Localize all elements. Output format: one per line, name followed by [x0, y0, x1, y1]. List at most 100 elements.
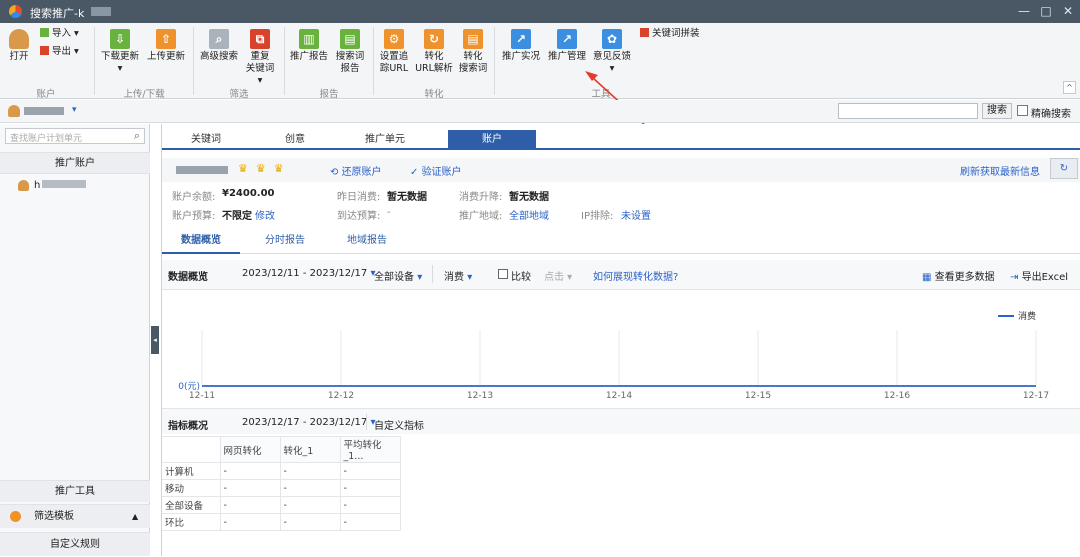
crown-icons: ♛♛♛: [238, 162, 292, 175]
x-tick-label: 12-14: [606, 391, 632, 401]
indicator-date-picker[interactable]: 2023/12/17 - 2023/12/17 ▾: [242, 417, 375, 428]
compare-checkbox[interactable]: [498, 269, 508, 279]
tab-creatives[interactable]: 创意: [250, 130, 340, 150]
refresh-info-link[interactable]: 刷新获取最新信息: [960, 163, 1040, 178]
main-panel: 关键词 创意 推广单元 推广计划 账户 ♛♛♛ ⟲ 还原账户 ✓ 验证账户 刷新…: [161, 124, 1080, 556]
table-row: 全部设备 - - -: [162, 496, 401, 514]
subtab-hourly[interactable]: 分时报告: [250, 230, 320, 252]
verify-account-button[interactable]: ✓ 验证账户: [410, 163, 462, 178]
row-header: 移动: [162, 479, 221, 497]
table-cell: -: [339, 462, 401, 480]
y-tick-label: 0(元): [178, 382, 200, 392]
template-icon: [10, 511, 21, 522]
column-header: 平均转化_1...: [339, 436, 401, 463]
search-icon[interactable]: ⌕: [134, 129, 140, 143]
table-cell: -: [219, 479, 281, 497]
table-cell: -: [219, 496, 281, 514]
reach-budget-label: 到达预算:: [337, 211, 381, 222]
account-search-input[interactable]: [838, 103, 978, 119]
table-cell: -: [219, 462, 281, 480]
region-value-link[interactable]: 全部地域: [509, 207, 549, 222]
budget-value: 不限定: [222, 211, 252, 222]
more-data-button[interactable]: ▦ 查看更多数据: [922, 268, 995, 283]
export-icon: ⇥: [1010, 272, 1019, 283]
divider: [432, 265, 433, 283]
legend-label: 消费: [1018, 310, 1036, 322]
subtab-region[interactable]: 地域报告: [332, 230, 402, 252]
overview-toolbar: 数据概览 2023/12/11 - 2023/12/17 ▾ 全部设备 ▾ 消费…: [162, 260, 1080, 290]
click-select[interactable]: 点击 ▾: [544, 268, 572, 283]
ip-exclude-link[interactable]: 未设置: [621, 207, 651, 222]
reach-budget-value: -: [387, 207, 391, 218]
account-header: ♛♛♛ ⟲ 还原账户 ✓ 验证账户 刷新获取最新信息 ↻: [162, 158, 1080, 182]
device-select[interactable]: 全部设备 ▾: [374, 268, 422, 283]
user-icon: [18, 180, 29, 191]
yesterday-spend-label: 昨日消费:: [337, 192, 381, 203]
region-label: 推广地域:: [459, 211, 503, 222]
export-excel-button[interactable]: ⇥ 导出Excel: [1010, 268, 1068, 283]
sidebar-search-input[interactable]: 查找账户计划单元 ⌕: [5, 128, 145, 144]
tab-ad-groups[interactable]: 推广单元: [340, 130, 430, 150]
table-cell: -: [339, 496, 401, 514]
table-cell: -: [339, 513, 401, 531]
table-cell: -: [219, 513, 281, 531]
redacted-account-name: [176, 166, 228, 174]
table-cell: -: [279, 462, 341, 480]
filter-template-item[interactable]: 筛选模板 ▲: [0, 504, 150, 528]
conversion-help-link[interactable]: 如何展现转化数据?: [593, 268, 678, 283]
custom-rules-item[interactable]: 自定义规则: [0, 532, 150, 556]
yesterday-spend-value: 暂无数据: [387, 192, 427, 203]
sidebar: 查找账户计划单元 ⌕ 推广账户 h 推广工具 筛选模板 ▲ 自定义规则: [0, 124, 150, 556]
x-tick-label: 12-15: [745, 391, 771, 401]
balance-value: ¥2400.00: [222, 188, 275, 199]
subtab-overview[interactable]: 数据概览: [162, 230, 240, 254]
custom-indicator-button[interactable]: 自定义指标: [374, 417, 424, 432]
exact-search-checkbox[interactable]: [1017, 105, 1028, 116]
spend-change-label: 消费升降:: [459, 192, 503, 203]
indicator-table: 网页转化 转化_1 平均转化_1... 计算机 - - - 移动 - - - 全部设备 - - - 环比 - -…: [162, 436, 401, 531]
search-button[interactable]: 搜索: [982, 103, 1012, 119]
date-range-picker[interactable]: 2023/12/11 - 2023/12/17 ▾: [242, 268, 375, 279]
x-tick-label: 12-11: [189, 391, 215, 401]
promo-tools-item[interactable]: 推广工具: [0, 480, 150, 502]
overview-label: 数据概览: [168, 272, 208, 283]
balance-label: 账户余额:: [172, 192, 216, 203]
metric-select[interactable]: 消费 ▾: [444, 268, 472, 283]
expand-up-icon[interactable]: ▲: [132, 505, 138, 529]
x-tick-label: 12-17: [1023, 391, 1049, 401]
table-cell: -: [279, 513, 341, 531]
subtab-bar: 数据概览 分时报告 地域报告: [162, 230, 1080, 254]
x-tick-label: 12-12: [328, 391, 354, 401]
table-cell: -: [279, 479, 341, 497]
x-tick-label: 12-13: [467, 391, 493, 401]
user-icon: [8, 105, 20, 117]
tab-keywords[interactable]: 关键词: [162, 130, 250, 150]
sidebar-account-item[interactable]: h: [34, 180, 87, 191]
table-cell: -: [279, 496, 341, 514]
divider: [366, 414, 367, 430]
indicator-toolbar: 指标概况 2023/12/17 - 2023/12/17 ▾ 自定义指标: [162, 408, 1080, 434]
table-row: 环比 - - -: [162, 513, 401, 531]
budget-edit-link[interactable]: 修改: [255, 207, 275, 222]
ip-exclude-label: IP排除:: [581, 211, 614, 222]
row-header: 环比: [162, 513, 221, 531]
table-row: 计算机 - - -: [162, 462, 401, 480]
column-header: 转化_1: [279, 436, 341, 463]
tab-account[interactable]: 账户: [448, 130, 536, 150]
redacted-account-name: [24, 107, 64, 115]
indicator-label: 指标概况: [168, 421, 208, 432]
x-tick-label: 12-16: [884, 391, 910, 401]
tab-bar: 关键词 创意 推广单元 推广计划 账户: [162, 124, 1080, 150]
refresh-icon[interactable]: ↻: [1050, 158, 1078, 179]
column-header: 网页转化: [219, 436, 281, 463]
account-dropdown-icon[interactable]: ▾: [72, 105, 77, 115]
collapse-sidebar-handle[interactable]: ◂: [151, 326, 159, 354]
spend-change-value: 暂无数据: [509, 192, 549, 203]
restore-account-button[interactable]: ⟲ 还原账户: [330, 163, 382, 178]
account-bar: ▾ 搜索 精确搜索: [0, 100, 1080, 123]
redacted-text: [42, 180, 87, 188]
budget-label: 账户预算:: [172, 211, 216, 222]
row-header: 全部设备: [162, 496, 221, 514]
table-cell: -: [339, 479, 401, 497]
table-row: 移动 - - -: [162, 479, 401, 497]
